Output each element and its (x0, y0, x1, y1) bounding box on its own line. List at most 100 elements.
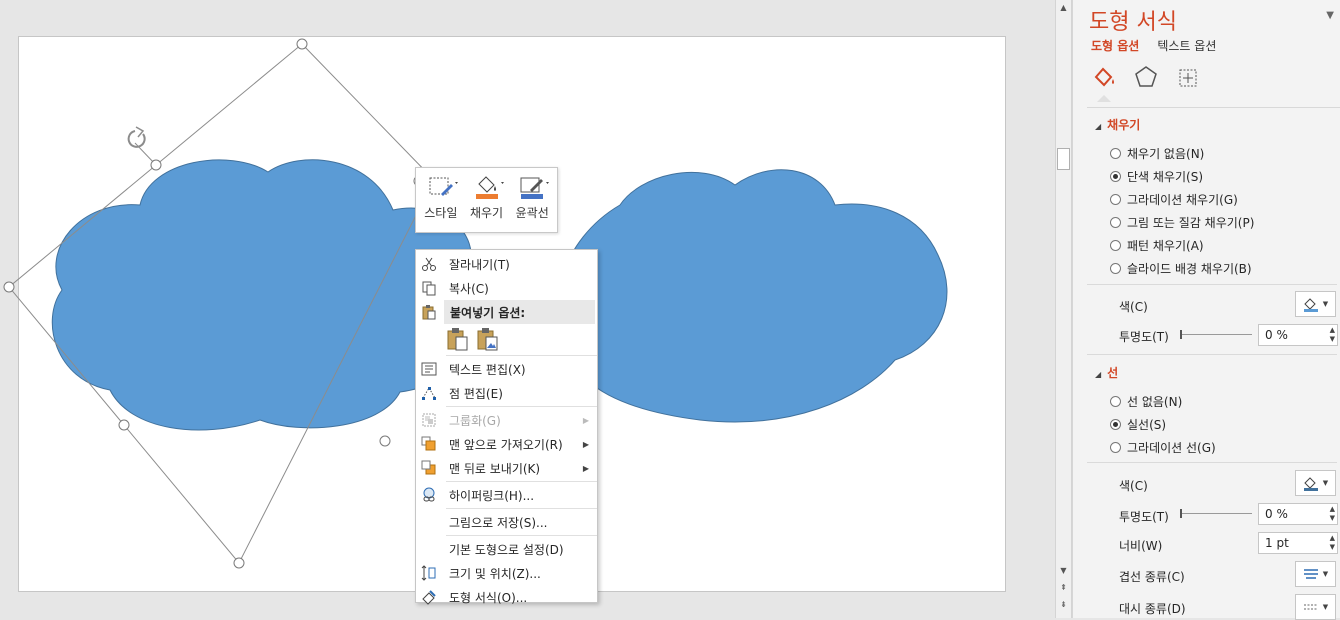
menu-item-hyperlink[interactable]: 하이퍼링크(H)... (416, 483, 597, 507)
paste-picture-icon[interactable] (477, 327, 499, 351)
fill-line-icon[interactable] (1091, 64, 1117, 102)
spin-arrows-icon[interactable]: ▲ ▼ (1330, 534, 1335, 552)
line-transparency-slider[interactable] (1180, 513, 1252, 514)
menu-item-size-position[interactable]: 크기 및 위치(Z)... (416, 561, 597, 585)
menu-separator (446, 481, 597, 482)
spin-arrows-icon[interactable]: ▲ ▼ (1330, 505, 1335, 523)
vertical-scrollbar[interactable]: ▲ ▼ ⇞ ⇟ (1055, 0, 1072, 618)
radio-button[interactable] (1110, 217, 1121, 228)
fill-section-header[interactable]: ◢ 채우기 (1095, 116, 1140, 133)
slider-thumb[interactable] (1180, 330, 1182, 339)
radio-button[interactable] (1110, 194, 1121, 205)
context-menu: 잘라내기(T) 복사(C) 붙여넣기 옵션: 텍스트 편집(X) 점 편집(E)… (415, 249, 598, 605)
width-input[interactable]: 1 pt ▲ ▼ (1258, 532, 1338, 554)
resize-handle[interactable] (118, 419, 130, 431)
shape-style-icon (421, 172, 461, 204)
paint-bucket-icon (1303, 298, 1318, 312)
collapse-triangle-icon: ◢ (1095, 122, 1102, 131)
compound-type-dropdown[interactable]: ▼ (1295, 561, 1336, 587)
slide-editing-area[interactable]: 스타일 채우기 윤곽선 잘라내기(T) 복사(C) 붙여넣기 옵션: 텍스트 편… (0, 0, 1055, 618)
line-transparency-input[interactable]: 0 % ▲ ▼ (1258, 503, 1338, 525)
dash-type-dropdown[interactable]: ▼ (1295, 594, 1336, 620)
radio-button[interactable] (1110, 419, 1121, 430)
menu-item-bring-to-front[interactable]: 맨 앞으로 가져오기(R) ▶ (416, 432, 597, 456)
menu-item-copy[interactable]: 복사(C) (416, 276, 597, 300)
tab-shape-options[interactable]: 도형 옵션 (1091, 37, 1139, 54)
spin-arrows-icon[interactable]: ▲ ▼ (1330, 326, 1335, 344)
radio-button[interactable] (1110, 263, 1121, 274)
menu-separator (446, 406, 597, 407)
menu-item-edit-text[interactable]: 텍스트 편집(X) (416, 357, 597, 381)
style-button[interactable]: 스타일 (418, 172, 464, 232)
menu-label: 붙여넣기 옵션: (450, 305, 526, 320)
radio-button[interactable] (1110, 240, 1121, 251)
fill-option-solid[interactable]: 단색 채우기(S) (1110, 168, 1203, 185)
line-transparency-label: 투명도(T) (1119, 510, 1169, 524)
dropdown-arrow-icon: ▼ (1322, 603, 1329, 611)
fill-option-picture[interactable]: 그림 또는 질감 채우기(P) (1110, 214, 1254, 231)
fill-option-no-fill[interactable]: 채우기 없음(N) (1110, 145, 1204, 162)
previous-slide-icon[interactable]: ⇞ (1056, 580, 1071, 595)
line-option-no-line[interactable]: 선 없음(N) (1110, 393, 1182, 410)
menu-separator (446, 508, 597, 509)
outline-label: 윤곽선 (515, 206, 549, 220)
fill-color-picker[interactable]: ▼ (1295, 291, 1336, 317)
size-properties-icon[interactable] (1175, 64, 1201, 94)
scissors-icon (422, 257, 436, 271)
divider (1087, 462, 1337, 463)
radio-label: 채우기 없음(N) (1127, 147, 1205, 161)
radio-button[interactable] (1110, 148, 1121, 159)
rotate-handle-icon[interactable] (127, 126, 146, 148)
radio-button[interactable] (1110, 171, 1121, 182)
next-slide-icon[interactable]: ⇟ (1056, 597, 1071, 612)
menu-item-format-shape[interactable]: 도형 서식(O)... (416, 585, 597, 609)
resize-handle[interactable] (3, 281, 15, 293)
pen-icon (1303, 477, 1318, 491)
line-color-picker[interactable]: ▼ (1295, 470, 1336, 496)
scroll-down-arrow-icon[interactable]: ▼ (1056, 563, 1071, 578)
scrollbar-thumb[interactable] (1057, 148, 1070, 170)
radio-button[interactable] (1110, 396, 1121, 407)
line-option-gradient[interactable]: 그라데이션 선(G) (1110, 439, 1216, 456)
effects-pentagon-icon[interactable] (1133, 64, 1159, 94)
resize-handle[interactable] (296, 38, 308, 50)
size-position-icon (421, 565, 436, 581)
fill-transparency-label: 투명도(T) (1119, 330, 1169, 344)
menu-item-set-default-shape[interactable]: 기본 도형으로 설정(D) (416, 537, 597, 561)
pane-options-chevron-icon[interactable]: ▼ (1326, 10, 1334, 21)
resize-handle[interactable] (379, 435, 391, 447)
menu-label: 잘라내기(T) (449, 257, 510, 272)
radio-label: 그림 또는 질감 채우기(P) (1127, 216, 1255, 230)
input-value: 0 % (1265, 507, 1288, 521)
radio-label: 슬라이드 배경 채우기(B) (1127, 262, 1252, 276)
fill-transparency-input[interactable]: 0 % ▲ ▼ (1258, 324, 1338, 346)
fill-transparency-slider[interactable] (1180, 334, 1252, 335)
menu-item-save-as-picture[interactable]: 그림으로 저장(S)... (416, 510, 597, 534)
cloud-shape-right[interactable] (556, 169, 948, 423)
menu-item-edit-points[interactable]: 점 편집(E) (416, 381, 597, 405)
line-option-solid[interactable]: 실선(S) (1110, 416, 1166, 433)
line-section-header[interactable]: ◢ 선 (1095, 364, 1118, 381)
menu-item-cut[interactable]: 잘라내기(T) (416, 252, 597, 276)
radio-label: 그라데이션 선(G) (1127, 441, 1216, 455)
scroll-up-arrow-icon[interactable]: ▲ (1056, 0, 1071, 15)
slider-thumb[interactable] (1180, 509, 1182, 518)
group-icon (422, 413, 436, 427)
send-to-back-icon (421, 460, 436, 475)
resize-handle[interactable] (233, 557, 245, 569)
resize-handle[interactable] (150, 159, 162, 171)
mini-toolbar: 스타일 채우기 윤곽선 (415, 167, 558, 233)
submenu-arrow-icon: ▶ (582, 439, 589, 449)
menu-label: 크기 및 위치(Z)... (449, 566, 541, 581)
tab-text-options[interactable]: 텍스트 옵션 (1157, 37, 1216, 54)
fill-option-slide-background[interactable]: 슬라이드 배경 채우기(B) (1110, 260, 1252, 277)
fill-option-pattern[interactable]: 패턴 채우기(A) (1110, 237, 1204, 254)
menu-item-send-to-back[interactable]: 맨 뒤로 보내기(K) ▶ (416, 456, 597, 480)
paste-keep-source-icon[interactable] (447, 327, 469, 351)
radio-button[interactable] (1110, 442, 1121, 453)
outline-button[interactable]: 윤곽선 (509, 172, 555, 232)
menu-item-group[interactable]: 그룹화(G) ▶ (416, 408, 597, 432)
fill-color-label: 색(C) (1119, 300, 1148, 314)
fill-option-gradient[interactable]: 그라데이션 채우기(G) (1110, 191, 1238, 208)
fill-button[interactable]: 채우기 (464, 172, 510, 232)
